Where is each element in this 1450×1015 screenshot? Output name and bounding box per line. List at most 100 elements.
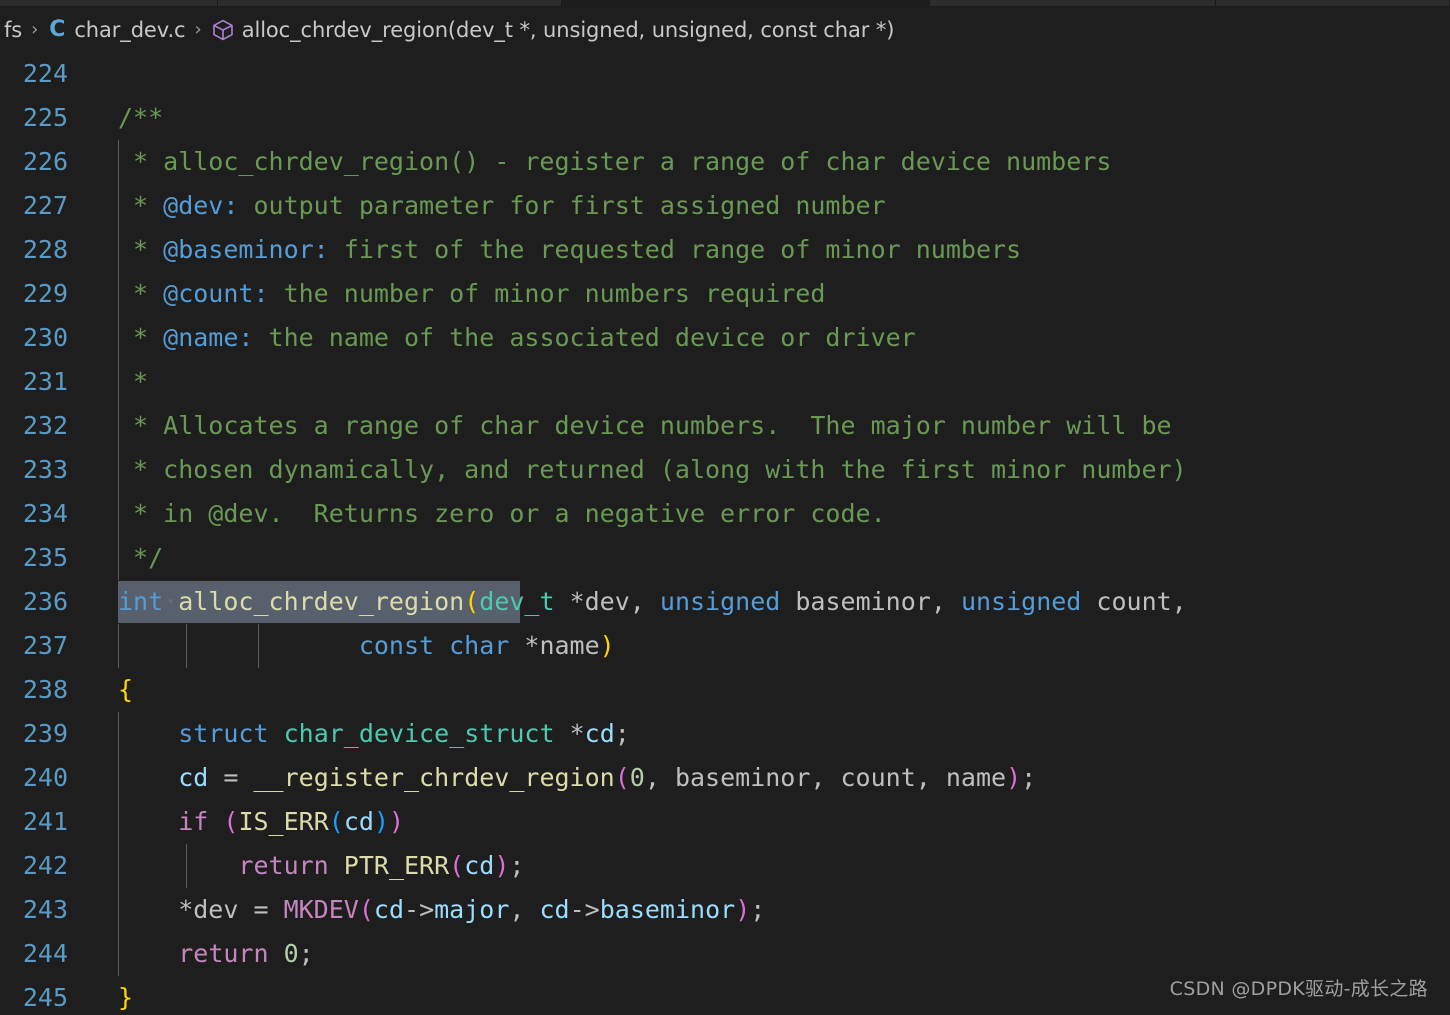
- code-text: *: [118, 360, 148, 404]
- line-number[interactable]: 225: [0, 96, 68, 140]
- line-number[interactable]: 242: [0, 844, 68, 888]
- code-token: , baseminor, count, name: [644, 763, 1007, 792]
- chevron-right-icon: ›: [31, 19, 39, 40]
- code-token: ,: [509, 895, 540, 924]
- code-token: baseminor,: [780, 587, 961, 616]
- code-line[interactable]: 224: [0, 52, 1450, 96]
- code-token: output parameter for first assigned numb…: [238, 191, 886, 220]
- code-line[interactable]: 242 return PTR_ERR(cd);: [0, 844, 1450, 888]
- code-token: MKDEV: [283, 895, 359, 924]
- line-number[interactable]: 238: [0, 668, 68, 712]
- breadcrumb-symbol-label: alloc_chrdev_region(dev_t *, unsigned, u…: [241, 17, 895, 42]
- code-token: return: [178, 939, 269, 968]
- line-number[interactable]: 231: [0, 360, 68, 404]
- code-token: @count:: [163, 279, 269, 308]
- code-line[interactable]: 226 * alloc_chrdev_region() - register a…: [0, 140, 1450, 184]
- code-token: return: [238, 851, 329, 880]
- line-number[interactable]: 239: [0, 712, 68, 756]
- code-line[interactable]: 240 cd = __register_chrdev_region(0, bas…: [0, 756, 1450, 800]
- code-token: unsigned: [659, 587, 781, 616]
- code-token: if: [178, 807, 209, 836]
- code-token: @name:: [163, 323, 254, 352]
- code-token: ): [1006, 763, 1022, 792]
- line-number[interactable]: 229: [0, 272, 68, 316]
- code-line[interactable]: 239 struct char_device_struct *cd;: [0, 712, 1450, 756]
- line-number[interactable]: 226: [0, 140, 68, 184]
- code-token: *: [118, 367, 149, 396]
- code-line[interactable]: 232 * Allocates a range of char device n…: [0, 404, 1450, 448]
- code-text: *dev = MKDEV(cd->major, cd->baseminor);: [118, 888, 765, 932]
- code-token: int: [118, 587, 164, 616]
- code-text: cd = __register_chrdev_region(0, basemin…: [118, 756, 1036, 800]
- code-line[interactable]: 233 * chosen dynamically, and returned (…: [0, 448, 1450, 492]
- line-number[interactable]: 232: [0, 404, 68, 448]
- code-line[interactable]: 238 {: [0, 668, 1450, 712]
- code-line[interactable]: 227 * @dev: output parameter for first a…: [0, 184, 1450, 228]
- code-text: * in @dev. Returns zero or a negative er…: [118, 492, 886, 536]
- code-token: __register_chrdev_region: [253, 763, 615, 792]
- code-token: *: [118, 279, 164, 308]
- code-text: return PTR_ERR(cd);: [118, 844, 524, 888]
- code-token: the number of minor numbers required: [268, 279, 826, 308]
- code-text: /**: [118, 96, 163, 140]
- editor-tab-4[interactable]: [1215, 0, 1450, 6]
- line-number[interactable]: 224: [0, 52, 68, 96]
- code-token: major: [434, 895, 510, 924]
- code-token: ->: [404, 895, 435, 924]
- code-token: * alloc_chrdev_region() - register a ran…: [118, 147, 1112, 176]
- line-number[interactable]: 230: [0, 316, 68, 360]
- line-number[interactable]: 227: [0, 184, 68, 228]
- line-number[interactable]: 243: [0, 888, 68, 932]
- code-token: ;: [1021, 763, 1037, 792]
- line-number[interactable]: 233: [0, 448, 68, 492]
- code-token: ;: [298, 939, 314, 968]
- editor-tab-2[interactable]: [562, 0, 930, 6]
- line-number[interactable]: 244: [0, 932, 68, 976]
- code-editor[interactable]: 224 225 /** 226 * alloc_chrdev_region() - r…: [0, 52, 1450, 1015]
- code-line[interactable]: 229 * @count: the number of minor number…: [0, 272, 1450, 316]
- line-number[interactable]: 245: [0, 976, 68, 1015]
- code-line[interactable]: 230 * @name: the name of the associated …: [0, 316, 1450, 360]
- code-token: PTR_ERR: [343, 851, 450, 880]
- code-line[interactable]: 231 *: [0, 360, 1450, 404]
- code-line[interactable]: 243 *dev = MKDEV(cd->major, cd->basemino…: [0, 888, 1450, 932]
- code-text: * Allocates a range of char device numbe…: [118, 404, 1172, 448]
- code-token: (: [449, 851, 465, 880]
- line-number[interactable]: 237: [0, 624, 68, 668]
- csdn-watermark: CSDN @DPDK驱动-成长之路: [1169, 978, 1428, 1000]
- code-line[interactable]: 237 const char *name): [0, 624, 1450, 668]
- breadcrumb-file-char-dev-c[interactable]: C char_dev.c: [45, 18, 187, 42]
- line-number[interactable]: 240: [0, 756, 68, 800]
- code-line[interactable]: 228 * @baseminor: first of the requested…: [0, 228, 1450, 272]
- code-text: */: [118, 536, 163, 580]
- code-token: *dev =: [118, 895, 284, 924]
- code-line[interactable]: 234 * in @dev. Returns zero or a negativ…: [0, 492, 1450, 536]
- code-line[interactable]: 236 int·alloc_chrdev_region(dev_t *dev, u…: [0, 580, 1450, 624]
- line-number[interactable]: 241: [0, 800, 68, 844]
- line-number[interactable]: 235: [0, 536, 68, 580]
- code-line[interactable]: 225 /**: [0, 96, 1450, 140]
- vscode-window: fs › C char_dev.c › alloc_chrdev_region(…: [0, 0, 1450, 1015]
- code-token: first of the requested range of minor nu…: [328, 235, 1022, 264]
- code-line[interactable]: 244 return 0;: [0, 932, 1450, 976]
- line-number[interactable]: 236: [0, 580, 68, 624]
- code-token: ): [494, 851, 510, 880]
- editor-tab-3[interactable]: [929, 0, 1216, 6]
- breadcrumb-symbol-alloc-chrdev-region[interactable]: alloc_chrdev_region(dev_t *, unsigned, u…: [209, 18, 897, 42]
- editor-tab-1[interactable]: [218, 0, 563, 6]
- code-line[interactable]: 235 */: [0, 536, 1450, 580]
- code-token: 0: [629, 763, 645, 792]
- code-token: * Allocates a range of char device numbe…: [118, 411, 1172, 440]
- code-token: *name: [509, 631, 600, 660]
- code-token: (: [464, 587, 480, 616]
- line-number[interactable]: 234: [0, 492, 68, 536]
- line-number[interactable]: 228: [0, 228, 68, 272]
- code-line[interactable]: 241 if (IS_ERR(cd)): [0, 800, 1450, 844]
- code-token: alloc_chrdev_region: [178, 587, 465, 616]
- code-token: ): [599, 631, 615, 660]
- editor-tab-0[interactable]: [0, 0, 219, 6]
- breadcrumb-folder-fs[interactable]: fs: [2, 18, 24, 42]
